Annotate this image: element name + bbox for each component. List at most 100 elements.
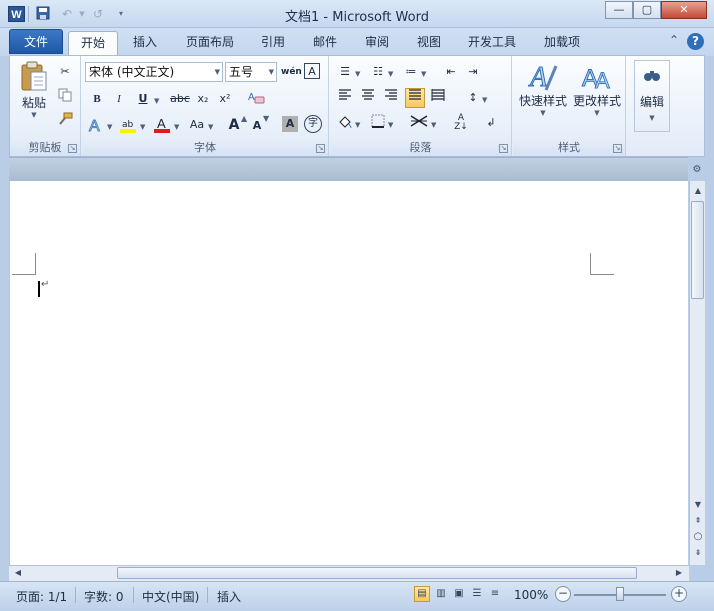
line-spacing-icon[interactable]: ↕ <box>464 89 482 107</box>
justify-button[interactable] <box>405 88 425 108</box>
text-effects-icon[interactable]: A <box>86 116 106 136</box>
font-name-combo[interactable]: 宋体 (中文正文) ▼ <box>85 62 223 82</box>
quick-styles-button[interactable]: A 快速样式 ▼ <box>515 60 571 118</box>
paste-dropdown-icon[interactable]: ▼ <box>14 111 54 119</box>
phonetic-guide-icon[interactable]: wén <box>281 63 302 81</box>
character-border-icon[interactable]: A <box>304 63 320 79</box>
word-count[interactable]: 字数: 0 <box>84 588 124 605</box>
borders-dropdown-icon[interactable]: ▼ <box>388 121 393 129</box>
scroll-left-arrow-icon[interactable]: ◀ <box>10 566 26 580</box>
tab-file[interactable]: 文件 <box>9 29 63 54</box>
next-page-icon[interactable]: ⇟ <box>690 545 706 561</box>
numbering-dropdown-icon[interactable]: ▼ <box>388 70 393 78</box>
change-case-dropdown-icon[interactable]: ▼ <box>208 123 213 131</box>
full-screen-reading-icon[interactable]: ▥ <box>433 586 449 602</box>
italic-button[interactable]: I <box>110 90 128 108</box>
distributed-align-icon[interactable] <box>429 89 447 107</box>
superscript-button[interactable]: x² <box>216 90 234 108</box>
font-color-icon[interactable]: A <box>152 116 172 134</box>
show-marks-icon[interactable]: ↲ <box>482 114 500 132</box>
borders-icon[interactable] <box>369 114 387 132</box>
zoom-in-button[interactable]: + <box>671 586 687 602</box>
enclose-characters-icon[interactable]: 字 <box>304 115 322 133</box>
zoom-slider-thumb[interactable] <box>616 587 624 601</box>
sort-icon[interactable]: A Z↓ <box>451 114 471 132</box>
font-color-dropdown-icon[interactable]: ▼ <box>174 123 179 131</box>
tab-home[interactable]: 开始 <box>68 31 118 56</box>
chinese-layout-dropdown-icon[interactable]: ▼ <box>431 121 436 129</box>
bold-button[interactable]: B <box>88 90 106 108</box>
font-size-dropdown-icon[interactable]: ▼ <box>269 63 274 81</box>
align-right-icon[interactable] <box>382 89 400 107</box>
copy-icon[interactable] <box>56 88 74 106</box>
chinese-layout-icon[interactable] <box>408 114 430 132</box>
maximize-button[interactable]: ▢ <box>633 1 661 19</box>
tab-page-layout[interactable]: 页面布局 <box>178 31 242 55</box>
tab-insert[interactable]: 插入 <box>124 31 166 55</box>
highlight-icon[interactable]: ab <box>118 116 138 134</box>
multilevel-list-dropdown-icon[interactable]: ▼ <box>421 70 426 78</box>
zoom-out-button[interactable]: − <box>555 586 571 602</box>
character-shading-icon[interactable]: A <box>282 116 298 132</box>
clipboard-launcher-icon[interactable]: ↘ <box>68 144 77 153</box>
styles-launcher-icon[interactable]: ↘ <box>613 144 622 153</box>
tab-review[interactable]: 审阅 <box>356 31 398 55</box>
bullets-icon[interactable]: ☰ <box>336 63 354 81</box>
font-size-combo[interactable]: 五号 ▼ <box>225 62 277 82</box>
select-browse-object-icon[interactable]: ○ <box>690 529 706 545</box>
minimize-button[interactable]: — <box>605 1 633 19</box>
increase-indent-icon[interactable]: ⇥ <box>464 63 482 81</box>
previous-page-icon[interactable]: ⇞ <box>690 513 706 529</box>
shading-dropdown-icon[interactable]: ▼ <box>355 121 360 129</box>
align-left-icon[interactable] <box>336 89 354 107</box>
tab-references[interactable]: 引用 <box>252 31 294 55</box>
page-count[interactable]: 页面: 1/1 <box>16 588 67 605</box>
draft-view-icon[interactable]: ≡ <box>487 586 503 602</box>
horizontal-scrollbar[interactable]: ◀ ▶ <box>9 565 689 581</box>
text-effects-dropdown-icon[interactable]: ▼ <box>107 123 112 131</box>
scroll-right-arrow-icon[interactable]: ▶ <box>671 566 687 580</box>
help-icon[interactable]: ? <box>687 33 704 50</box>
font-launcher-icon[interactable]: ↘ <box>316 144 325 153</box>
line-spacing-dropdown-icon[interactable]: ▼ <box>482 96 487 104</box>
cut-icon[interactable]: ✂ <box>56 63 74 81</box>
close-button[interactable]: ✕ <box>661 1 707 19</box>
numbering-icon[interactable]: ☷ <box>369 63 387 81</box>
underline-dropdown-icon[interactable]: ▼ <box>154 97 159 105</box>
view-ruler-icon[interactable]: ⚙ <box>690 164 704 178</box>
document-page[interactable]: ↵ <box>9 181 688 565</box>
strikethrough-button[interactable]: abc <box>168 90 192 108</box>
paragraph-launcher-icon[interactable]: ↘ <box>499 144 508 153</box>
tab-mailings[interactable]: 邮件 <box>304 31 346 55</box>
bullets-dropdown-icon[interactable]: ▼ <box>355 70 360 78</box>
underline-button[interactable]: U <box>134 90 152 108</box>
change-styles-dropdown-icon[interactable]: ▼ <box>569 109 625 117</box>
multilevel-list-icon[interactable]: ≔ <box>402 63 420 81</box>
tab-developer[interactable]: 开发工具 <box>460 31 524 55</box>
insert-mode-indicator[interactable]: 插入 <box>217 588 241 605</box>
paste-button[interactable]: 粘贴 ▼ <box>14 60 54 119</box>
change-styles-button[interactable]: A A 更改样式 ▼ <box>569 60 625 118</box>
quick-styles-dropdown-icon[interactable]: ▼ <box>515 109 571 117</box>
change-case-button[interactable]: Aa <box>186 116 208 134</box>
shading-icon[interactable] <box>336 114 354 132</box>
scroll-down-arrow-icon[interactable]: ▼ <box>690 497 706 513</box>
vertical-scroll-thumb[interactable] <box>691 201 704 299</box>
zoom-level[interactable]: 100% <box>514 588 548 602</box>
clear-formatting-icon[interactable]: A <box>246 89 266 107</box>
tab-view[interactable]: 视图 <box>408 31 450 55</box>
print-layout-view-icon[interactable]: ▤ <box>414 586 430 602</box>
editing-button[interactable]: 编辑 ▼ <box>634 60 670 132</box>
web-layout-icon[interactable]: ▣ <box>451 586 467 602</box>
subscript-button[interactable]: x₂ <box>194 90 212 108</box>
language-indicator[interactable]: 中文(中国) <box>142 588 199 605</box>
vertical-scrollbar[interactable]: ▲ ▼ ⇞ ○ ⇟ <box>689 181 705 565</box>
scroll-up-arrow-icon[interactable]: ▲ <box>690 183 706 199</box>
highlight-dropdown-icon[interactable]: ▼ <box>140 123 145 131</box>
align-center-icon[interactable] <box>359 89 377 107</box>
outline-view-icon[interactable]: ☰ <box>469 586 485 602</box>
decrease-indent-icon[interactable]: ⇤ <box>442 63 460 81</box>
minimize-ribbon-icon[interactable]: ⌃ <box>666 33 682 47</box>
format-painter-icon[interactable] <box>56 112 74 130</box>
font-name-dropdown-icon[interactable]: ▼ <box>215 63 220 81</box>
